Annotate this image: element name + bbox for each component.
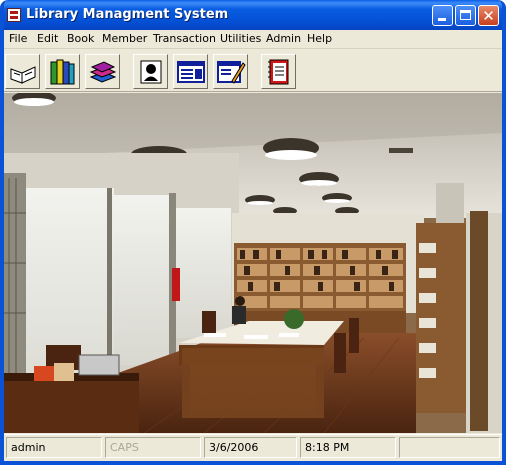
toolbar	[4, 50, 502, 92]
menu-edit[interactable]: Edit	[37, 32, 58, 46]
main-window: Library Managment System ✕ File Edit Boo…	[0, 0, 506, 465]
minimize-icon	[438, 18, 446, 21]
status-bar: admin CAPS 3/6/2006 8:18 PM	[4, 434, 502, 461]
library-reading-room-photo	[4, 93, 502, 433]
toolbar-book-stack-button[interactable]	[85, 54, 120, 89]
menu-help[interactable]: Help	[307, 32, 332, 46]
menu-file[interactable]: File	[9, 32, 27, 46]
toolbar-books-button[interactable]	[45, 54, 80, 89]
close-icon: ✕	[482, 7, 495, 25]
report-notebook-icon	[268, 59, 289, 85]
toolbar-report-button[interactable]	[261, 54, 296, 89]
member-icon	[140, 60, 162, 84]
maximize-button[interactable]	[455, 5, 476, 26]
main-content	[4, 93, 502, 433]
status-caps: CAPS	[105, 437, 201, 458]
title-bar[interactable]: Library Managment System ✕	[4, 0, 502, 30]
toolbar-edit-record-button[interactable]	[213, 54, 248, 89]
maximize-icon	[460, 10, 471, 20]
status-time: 8:18 PM	[300, 437, 396, 458]
status-extra	[399, 437, 500, 458]
menu-member[interactable]: Member	[102, 32, 147, 46]
transaction-form-icon	[177, 61, 205, 83]
menu-admin[interactable]: Admin	[266, 32, 301, 46]
book-stack-icon	[89, 61, 117, 83]
toolbar-open-book-button[interactable]	[5, 54, 40, 89]
status-date: 3/6/2006	[204, 437, 297, 458]
app-icon[interactable]	[7, 8, 21, 22]
menu-book[interactable]: Book	[67, 32, 94, 46]
menu-utilities[interactable]: Utilities	[220, 32, 261, 46]
status-user: admin	[6, 437, 102, 458]
minimize-button[interactable]	[432, 5, 453, 26]
menu-transaction[interactable]: Transaction	[153, 32, 216, 46]
edit-record-icon	[217, 61, 246, 84]
window-title: Library Managment System	[26, 7, 229, 22]
open-book-icon	[10, 66, 36, 84]
toolbar-member-button[interactable]	[133, 54, 168, 89]
close-button[interactable]: ✕	[478, 5, 499, 26]
books-shelf-icon	[50, 59, 75, 85]
toolbar-transaction-button[interactable]	[173, 54, 208, 89]
menu-bar: File Edit Book Member Transaction Utilit…	[4, 30, 502, 49]
